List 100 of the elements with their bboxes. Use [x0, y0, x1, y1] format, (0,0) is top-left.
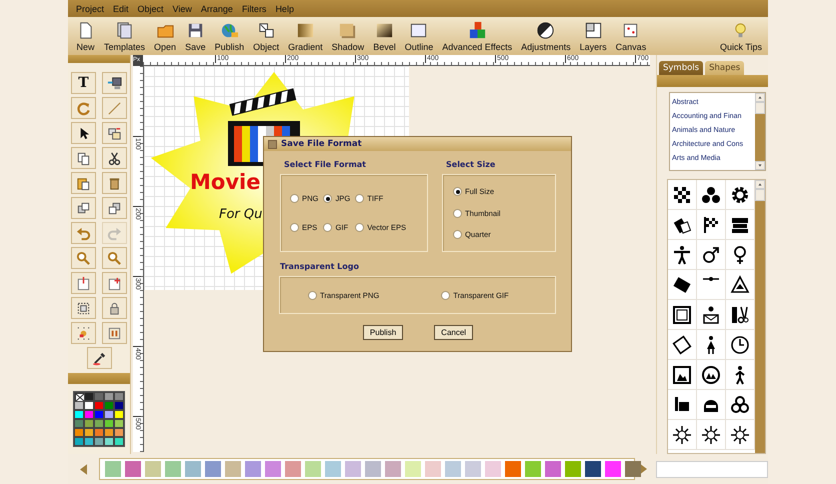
gradient-swatch[interactable]: [385, 461, 401, 477]
color-swatch[interactable]: [114, 392, 124, 401]
symbol-tile[interactable]: [726, 390, 755, 420]
scroll-up-icon[interactable]: [755, 180, 765, 189]
symbol-tile[interactable]: [697, 270, 726, 300]
toolbar-button[interactable]: Bevel: [373, 21, 396, 52]
tool-button[interactable]: [71, 147, 96, 169]
symbol-tile[interactable]: [668, 390, 697, 420]
tool-button[interactable]: [102, 172, 127, 194]
dialog-button[interactable]: Publish: [362, 325, 404, 340]
gradient-swatch[interactable]: [125, 461, 141, 477]
tool-button[interactable]: [71, 122, 96, 144]
gradient-swatch[interactable]: [245, 461, 261, 477]
symbol-tile[interactable]: [726, 240, 755, 270]
scroll-thumb[interactable]: [755, 189, 765, 201]
tool-button[interactable]: [102, 197, 127, 219]
gradient-swatch[interactable]: [305, 461, 321, 477]
gradient-swatch[interactable]: [165, 461, 181, 477]
toolbar-button[interactable]: Adjustments: [521, 21, 571, 52]
color-swatch[interactable]: [84, 410, 94, 419]
panel-tab[interactable]: Shapes: [705, 61, 744, 75]
color-swatch[interactable]: [94, 437, 104, 446]
toolbar-button[interactable]: Gradient: [288, 21, 323, 52]
gradient-swatch[interactable]: [585, 461, 601, 477]
toolbar-button[interactable]: Layers: [580, 21, 607, 52]
gradient-swatch[interactable]: [605, 461, 621, 477]
gradient-swatch[interactable]: [425, 461, 441, 477]
tool-button[interactable]: [71, 297, 96, 319]
gradient-swatch[interactable]: [205, 461, 221, 477]
no-color-swatch[interactable]: [74, 392, 84, 401]
menu-item[interactable]: Filters: [242, 4, 266, 14]
toolbar-button[interactable]: Templates: [104, 21, 146, 52]
color-swatch[interactable]: [94, 410, 104, 419]
toolbar-button[interactable]: Advanced Effects: [442, 21, 512, 52]
color-swatch[interactable]: [94, 401, 104, 410]
menu-item[interactable]: Edit: [113, 4, 129, 14]
text-field[interactable]: [656, 460, 768, 478]
color-swatch[interactable]: [114, 428, 124, 437]
dialog-button[interactable]: Cancel: [434, 325, 474, 340]
color-swatch[interactable]: [84, 392, 94, 401]
gradient-swatch[interactable]: [625, 461, 641, 477]
gradient-swatch[interactable]: [525, 461, 541, 477]
color-swatch[interactable]: [114, 401, 124, 410]
color-swatch[interactable]: [114, 419, 124, 428]
symbol-tile[interactable]: [668, 270, 697, 300]
symbol-tile[interactable]: [697, 330, 726, 360]
tool-button[interactable]: [102, 72, 127, 94]
toolbar-button[interactable]: New: [76, 21, 95, 52]
color-swatch[interactable]: [94, 392, 104, 401]
color-swatch[interactable]: [84, 437, 94, 446]
color-swatch[interactable]: [74, 437, 84, 446]
color-swatch[interactable]: [104, 428, 114, 437]
toolbar-button[interactable]: Shadow: [332, 21, 364, 52]
symbol-tile[interactable]: [697, 300, 726, 330]
symbol-tile[interactable]: [697, 360, 726, 390]
menu-item[interactable]: Help: [275, 4, 294, 14]
toolbar-button[interactable]: Publish: [214, 21, 244, 52]
scroll-left-icon[interactable]: [80, 464, 87, 474]
menu-item[interactable]: Object: [138, 4, 164, 14]
gradient-swatch[interactable]: [145, 461, 161, 477]
gradient-swatch[interactable]: [545, 461, 561, 477]
color-swatch[interactable]: [104, 410, 114, 419]
color-swatch[interactable]: [104, 392, 114, 401]
scroll-down-icon[interactable]: [755, 161, 765, 170]
symbol-tile[interactable]: [726, 210, 755, 240]
menu-item[interactable]: Project: [76, 4, 104, 14]
tool-button[interactable]: [71, 197, 96, 219]
gradient-swatch[interactable]: [505, 461, 521, 477]
gradient-swatch[interactable]: [325, 461, 341, 477]
tool-button[interactable]: [102, 147, 127, 169]
gradient-swatch[interactable]: [225, 461, 241, 477]
color-swatch[interactable]: [104, 437, 114, 446]
gradient-swatch[interactable]: [405, 461, 421, 477]
color-swatch[interactable]: [74, 401, 84, 410]
symbol-tile[interactable]: [668, 180, 697, 210]
gradient-swatch[interactable]: [265, 461, 281, 477]
scroll-up-icon[interactable]: [755, 93, 765, 102]
color-swatch[interactable]: [74, 410, 84, 419]
gradient-swatch[interactable]: [105, 461, 121, 477]
tool-button[interactable]: [86, 347, 112, 369]
color-swatch[interactable]: [94, 419, 104, 428]
color-swatch[interactable]: [84, 419, 94, 428]
symbol-tile[interactable]: [668, 240, 697, 270]
symbol-tile[interactable]: [668, 330, 697, 360]
color-swatch[interactable]: [74, 419, 84, 428]
symbol-tile[interactable]: [668, 210, 697, 240]
symbol-tile[interactable]: [668, 300, 697, 330]
symbol-tile[interactable]: [697, 390, 726, 420]
color-swatch[interactable]: [104, 401, 114, 410]
toolbar-button[interactable]: Outline: [404, 21, 434, 52]
symbol-tile[interactable]: [697, 420, 726, 450]
color-swatch[interactable]: [114, 410, 124, 419]
toolbar-button[interactable]: Object: [253, 21, 280, 52]
symbol-tile[interactable]: [726, 330, 755, 360]
gradient-swatch[interactable]: [365, 461, 381, 477]
scroll-thumb[interactable]: [755, 102, 765, 114]
symbol-tile[interactable]: [726, 420, 755, 450]
tool-button[interactable]: [71, 172, 96, 194]
tool-button[interactable]: T: [71, 72, 96, 94]
gradient-swatch[interactable]: [445, 461, 461, 477]
